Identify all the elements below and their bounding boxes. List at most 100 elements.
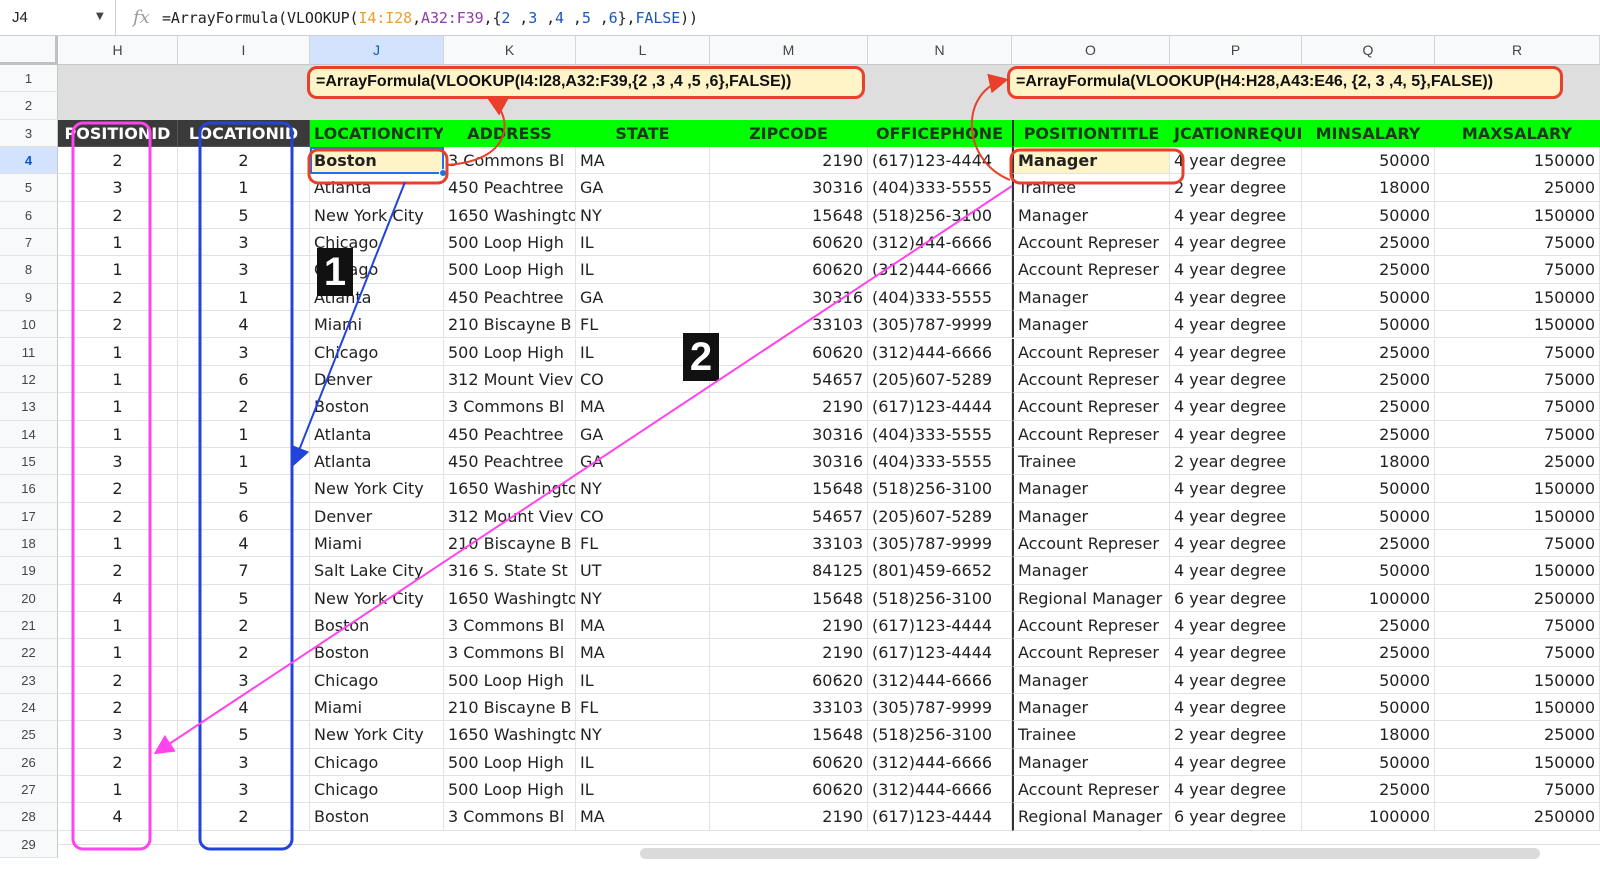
table-cell[interactable]: Manager (1012, 694, 1170, 722)
table-cell[interactable]: (404)333-5555 (868, 447, 1012, 476)
table-cell[interactable]: 3 (58, 447, 178, 476)
table-cell[interactable]: 3 (58, 721, 178, 749)
table-cell[interactable]: 60620 (710, 338, 868, 366)
table-cell[interactable]: 4 year degree (1170, 694, 1302, 722)
row-header-6[interactable]: 6 (0, 201, 58, 230)
table-cell[interactable]: 60620 (710, 256, 868, 284)
table-cell[interactable]: 3 (178, 229, 310, 257)
table-cell[interactable]: 50000 (1302, 201, 1435, 230)
table-cell[interactable]: 150000 (1435, 666, 1600, 695)
table-cell[interactable]: UT (576, 557, 710, 585)
table-cell[interactable]: Account Represer (1012, 365, 1170, 394)
table-cell[interactable]: IL (576, 229, 710, 257)
table-cell[interactable]: 30316 (710, 447, 868, 476)
table-cell[interactable]: MA (576, 612, 710, 640)
table-cell[interactable]: 6 (178, 365, 310, 394)
table-cell[interactable]: Account Represer (1012, 420, 1170, 448)
header-cell[interactable]: STATE (576, 119, 710, 148)
table-cell[interactable]: 30316 (710, 420, 868, 448)
table-cell[interactable]: (312)444-6666 (868, 748, 1012, 777)
table-cell[interactable]: (617)123-4444 (868, 803, 1012, 831)
table-cell[interactable]: 15648 (710, 584, 868, 612)
table-cell[interactable]: 1 (178, 447, 310, 476)
table-cell[interactable]: (404)333-5555 (868, 174, 1012, 202)
table-cell[interactable]: 2 (58, 283, 178, 312)
table-cell[interactable]: Account Represer (1012, 639, 1170, 667)
table-cell[interactable]: 4 year degree (1170, 475, 1302, 503)
table-cell[interactable]: 312 Mount Viev (444, 365, 576, 394)
table-cell[interactable]: 4 year degree (1170, 201, 1302, 230)
table-cell[interactable]: 30316 (710, 174, 868, 202)
table-cell[interactable]: Trainee (1012, 174, 1170, 202)
table-cell[interactable]: 2 (58, 666, 178, 695)
table-cell[interactable]: Account Represer (1012, 229, 1170, 257)
table-cell[interactable]: 2 (178, 639, 310, 667)
table-cell[interactable]: 2 (178, 147, 310, 175)
table-cell[interactable]: 15648 (710, 475, 868, 503)
select-all-corner[interactable] (0, 36, 58, 65)
table-cell[interactable]: MA (576, 803, 710, 831)
table-cell[interactable]: Chicago (310, 776, 444, 804)
row-header-28[interactable]: 28 (0, 803, 58, 831)
table-cell[interactable]: 1 (58, 256, 178, 284)
table-cell[interactable]: (305)787-9999 (868, 529, 1012, 558)
table-cell[interactable]: Manager (1012, 283, 1170, 312)
table-cell[interactable]: (312)444-6666 (868, 666, 1012, 695)
table-cell[interactable]: New York City (310, 201, 444, 230)
table-cell[interactable]: 2 year degree (1170, 721, 1302, 749)
row-header-8[interactable]: 8 (0, 256, 58, 284)
header-cell[interactable]: LOCATIONID (178, 119, 310, 148)
table-cell[interactable]: 50000 (1302, 748, 1435, 777)
table-cell[interactable]: (404)333-5555 (868, 420, 1012, 448)
table-cell[interactable]: 54657 (710, 365, 868, 394)
table-cell[interactable]: 4 (178, 311, 310, 339)
table-cell[interactable]: 5 (178, 584, 310, 612)
table-cell[interactable]: Boston (310, 639, 444, 667)
row-header-20[interactable]: 20 (0, 584, 58, 612)
table-cell[interactable]: FL (576, 529, 710, 558)
table-cell[interactable]: 30316 (710, 283, 868, 312)
table-cell[interactable]: 2 (58, 502, 178, 530)
table-cell[interactable]: 1 (58, 420, 178, 448)
row-header-15[interactable]: 15 (0, 447, 58, 476)
table-cell[interactable]: 75000 (1435, 420, 1600, 448)
header-cell[interactable]: OFFICEPHONE (868, 119, 1012, 148)
table-cell[interactable]: 500 Loop High (444, 338, 576, 366)
table-cell[interactable]: (305)787-9999 (868, 694, 1012, 722)
column-header-r[interactable]: R (1435, 36, 1600, 65)
table-cell[interactable]: 50000 (1302, 557, 1435, 585)
column-header-p[interactable]: P (1170, 36, 1302, 65)
row-header-24[interactable]: 24 (0, 694, 58, 722)
table-cell[interactable]: 4 (178, 694, 310, 722)
table-cell[interactable]: Regional Manager (1012, 584, 1170, 612)
column-header-l[interactable]: L (576, 36, 710, 65)
table-cell[interactable]: 150000 (1435, 694, 1600, 722)
table-cell[interactable]: 2 (178, 612, 310, 640)
table-cell[interactable]: 75000 (1435, 639, 1600, 667)
table-cell[interactable]: Trainee (1012, 721, 1170, 749)
table-cell[interactable]: 500 Loop High (444, 256, 576, 284)
table-cell[interactable]: GA (576, 283, 710, 312)
table-cell[interactable]: 2190 (710, 803, 868, 831)
table-cell[interactable]: 50000 (1302, 147, 1435, 175)
table-cell[interactable]: 150000 (1435, 201, 1600, 230)
table-cell[interactable]: 3 Commons Bl (444, 612, 576, 640)
table-cell[interactable]: 1 (58, 639, 178, 667)
table-cell[interactable]: 4 (178, 529, 310, 558)
table-cell[interactable]: New York City (310, 475, 444, 503)
table-cell[interactable]: 6 year degree (1170, 803, 1302, 831)
table-cell[interactable]: 50000 (1302, 311, 1435, 339)
column-header-i[interactable]: I (178, 36, 310, 65)
table-cell[interactable]: 25000 (1302, 229, 1435, 257)
table-cell[interactable]: 500 Loop High (444, 776, 576, 804)
table-cell[interactable]: 3 (178, 338, 310, 366)
table-cell[interactable]: Miami (310, 529, 444, 558)
column-header-k[interactable]: K (444, 36, 576, 65)
table-cell[interactable]: CO (576, 502, 710, 530)
table-cell[interactable]: 25000 (1302, 612, 1435, 640)
table-cell[interactable]: Atlanta (310, 420, 444, 448)
table-cell[interactable]: (617)123-4444 (868, 612, 1012, 640)
table-cell[interactable]: 60620 (710, 666, 868, 695)
table-cell[interactable]: 2 (178, 393, 310, 421)
table-cell[interactable]: Regional Manager (1012, 803, 1170, 831)
